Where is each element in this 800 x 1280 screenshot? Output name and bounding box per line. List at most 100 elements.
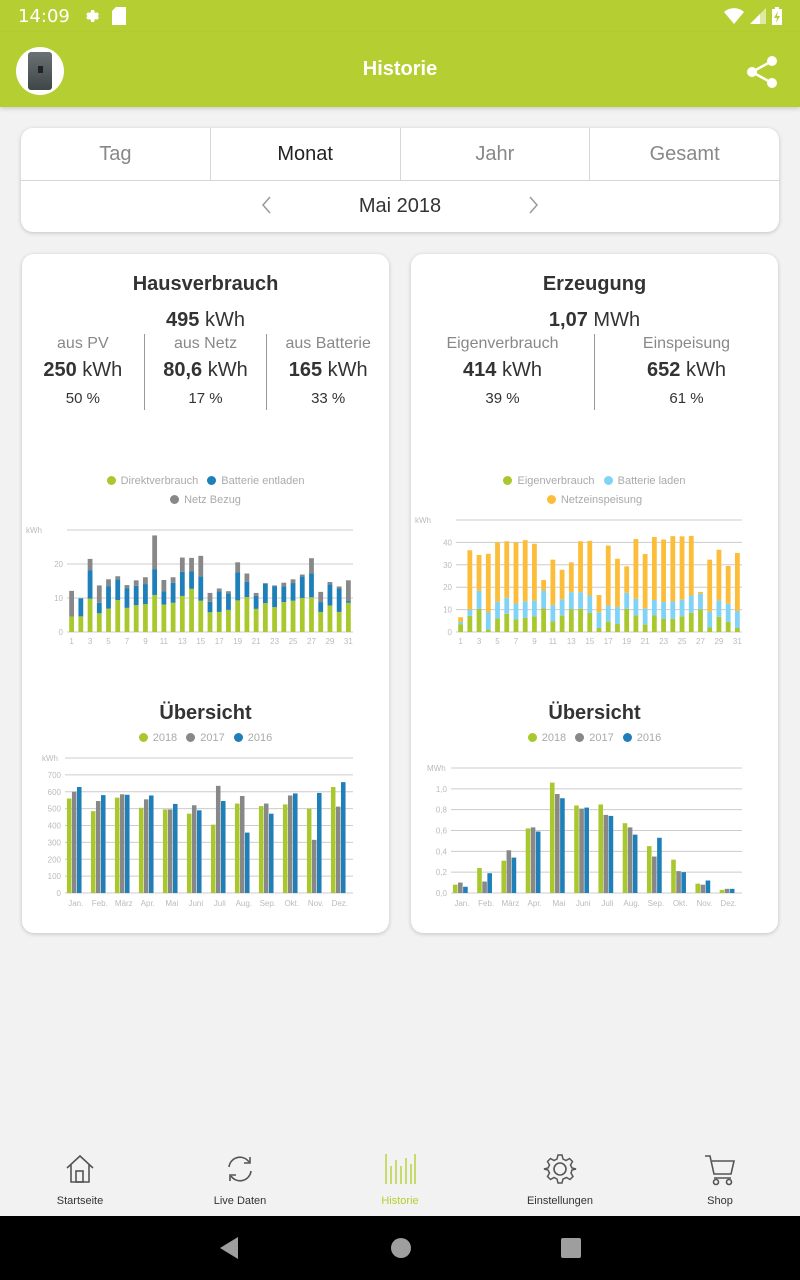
total-value: 495	[166, 309, 200, 331]
legend-item: 2017	[575, 729, 614, 748]
y-tick-label: 0,6	[436, 827, 448, 836]
bar	[574, 805, 579, 893]
bar	[282, 804, 288, 893]
x-tick-label: 19	[622, 637, 631, 646]
x-tick-label: 29	[714, 637, 723, 646]
bar-segment	[207, 592, 213, 602]
bar	[452, 884, 458, 893]
bar-segment	[87, 570, 93, 599]
x-tick-label: 13	[567, 637, 576, 646]
bar	[95, 801, 101, 893]
bar	[269, 813, 274, 893]
chevron-left-icon[interactable]	[255, 193, 279, 217]
bar-segment	[226, 609, 231, 632]
bar-segment	[226, 591, 231, 594]
bar-segment	[476, 608, 482, 632]
stat-aus-pv: aus PV 250 kWh 50 %	[22, 334, 145, 410]
bar-segment	[596, 627, 602, 632]
nav-einstellungen[interactable]: Einstellungen	[480, 1140, 640, 1216]
nav-historie[interactable]: Historie	[320, 1140, 480, 1216]
bar-segment	[262, 583, 268, 584]
bar-segment	[290, 579, 296, 584]
bar	[681, 872, 686, 893]
legend-label: 2018	[541, 732, 567, 744]
bar	[221, 801, 226, 893]
bar	[622, 823, 628, 893]
recents-icon[interactable]	[560, 1236, 582, 1260]
bar	[245, 832, 250, 893]
bar-segment	[152, 535, 158, 570]
bar	[705, 880, 711, 893]
legend-item: 2017	[186, 729, 225, 748]
bar-segment	[244, 573, 250, 582]
chevron-right-icon[interactable]	[521, 193, 545, 217]
bar-segment	[281, 582, 287, 587]
bar	[657, 837, 662, 893]
bar-segment	[281, 602, 287, 632]
bar-segment	[96, 602, 102, 614]
nav-label: Einstellungen	[526, 1195, 594, 1207]
bar	[90, 811, 96, 893]
bar-segment	[272, 585, 277, 587]
stat-unit: kWh	[327, 359, 368, 381]
erzeugung-title: Erzeugung	[542, 273, 647, 295]
legend-dot	[546, 495, 556, 504]
tab-gesamt[interactable]: Gesamt	[590, 128, 779, 180]
bar-segment	[734, 627, 740, 632]
y-tick-label: 0,8	[436, 806, 448, 815]
bar	[608, 815, 614, 893]
bottom-navigation: Startseite Live Daten Historie Einstellu…	[0, 1140, 800, 1216]
nav-startseite[interactable]: Startseite	[0, 1140, 160, 1216]
tab-tag[interactable]: Tag	[21, 128, 211, 180]
bar-segment	[624, 566, 630, 593]
bar-segment	[115, 579, 121, 601]
x-tick-label: 7	[125, 637, 130, 646]
bar-segment	[642, 608, 648, 625]
refresh-icon	[228, 1156, 252, 1182]
bar-segment	[725, 621, 731, 632]
back-icon[interactable]	[218, 1236, 240, 1260]
legend-label: 2016	[636, 732, 662, 744]
bar-segment	[670, 601, 676, 619]
legend-item: 2018	[527, 729, 567, 748]
bar-segment	[605, 621, 611, 632]
bar	[560, 798, 565, 893]
bar-segment	[458, 621, 464, 625]
stat-label: aus PV	[57, 335, 109, 352]
bar	[287, 795, 293, 893]
bar	[311, 839, 317, 893]
bar-segment	[253, 592, 259, 596]
legend-dot	[503, 476, 513, 485]
stat-unit: kWh	[685, 359, 726, 381]
bar	[482, 881, 487, 893]
bar-segment	[170, 577, 176, 583]
bar	[138, 807, 144, 893]
nav-live-daten[interactable]: Live Daten	[160, 1140, 320, 1216]
bar-segment	[253, 608, 259, 632]
bar-segment	[541, 608, 547, 632]
page-title: Historie	[362, 58, 438, 80]
bar	[627, 827, 633, 893]
x-tick-label: 27	[307, 637, 316, 646]
y-tick-label: 200	[48, 855, 62, 864]
device-avatar[interactable]	[16, 47, 64, 95]
share-icon[interactable]	[744, 54, 780, 90]
nav-shop[interactable]: Shop	[640, 1140, 800, 1216]
bar-segment	[327, 582, 333, 585]
bar-segment	[642, 554, 648, 609]
legend-dot	[233, 733, 243, 742]
overview-title: Übersicht	[159, 702, 252, 724]
bar-segment	[485, 553, 491, 613]
bar-segment	[336, 586, 342, 589]
bar	[66, 798, 72, 893]
tab-monat[interactable]: Monat	[211, 128, 401, 180]
x-tick-label: 31	[344, 637, 353, 646]
home-circle-icon[interactable]	[390, 1236, 412, 1260]
x-tick-label: 21	[252, 637, 261, 646]
bar-segment	[559, 615, 565, 632]
daily-consumption-plot: kWh010201 3 5 7 9 11 13 15 17 19 21 23 25 27 29 31	[26, 526, 353, 646]
bar-segment	[485, 612, 491, 630]
x-tick-label: März	[502, 899, 520, 908]
legend-label: Netzeinspeisung	[560, 494, 643, 506]
tab-jahr[interactable]: Jahr	[401, 128, 591, 180]
